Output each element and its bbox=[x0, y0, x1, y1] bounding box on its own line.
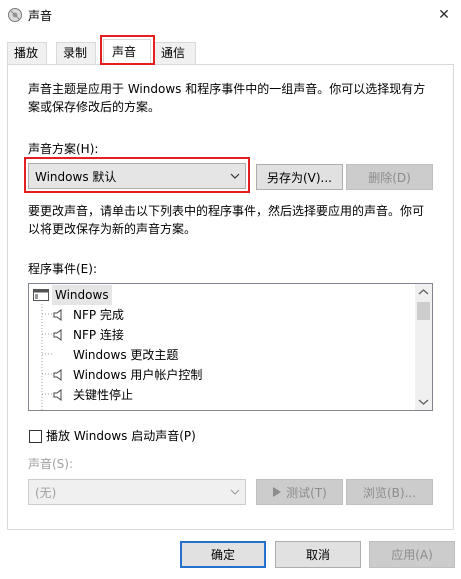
list-item-label: Windows 用户帐户控制 bbox=[73, 368, 203, 382]
close-button[interactable]: ✕ bbox=[430, 2, 458, 28]
scheme-select[interactable]: Windows 默认 bbox=[28, 163, 246, 189]
window-title: 声音 bbox=[28, 9, 53, 23]
scrollbar-thumb[interactable] bbox=[417, 302, 430, 320]
chevron-down-icon[interactable] bbox=[418, 398, 429, 406]
tab-recording[interactable]: 录制 bbox=[56, 42, 96, 64]
sound-label: 声音(S): bbox=[28, 457, 74, 471]
list-item-label: NFP 连接 bbox=[73, 328, 124, 342]
speaker-icon bbox=[53, 309, 62, 321]
apply-label: 应用(A) bbox=[391, 548, 433, 562]
cancel-button[interactable]: 取消 bbox=[275, 541, 361, 568]
speaker-icon bbox=[53, 389, 62, 401]
scheme-select-value: Windows 默认 bbox=[35, 169, 117, 184]
list-item-label: Windows 更改主题 bbox=[73, 348, 179, 362]
instructions-line-1: 要更改声音，请单击以下列表中的程序事件，然后选择要应用的声音。你可 bbox=[28, 204, 425, 218]
tab-label: 播放 bbox=[14, 46, 39, 60]
delete-button[interactable]: 删除(D) bbox=[346, 164, 433, 190]
list-item[interactable]: 关键性停止 bbox=[53, 385, 413, 405]
tab-label: 录制 bbox=[63, 46, 88, 60]
tab-sounds[interactable]: 声音 bbox=[103, 39, 151, 65]
list-item[interactable]: Windows 更改主题 bbox=[53, 345, 413, 365]
browse-button[interactable]: 浏览(B)... bbox=[346, 479, 433, 505]
startup-sound-checkbox[interactable] bbox=[29, 430, 42, 443]
tab-playback[interactable]: 播放 bbox=[7, 42, 47, 64]
delete-label: 删除(D) bbox=[368, 170, 411, 185]
window-icon bbox=[33, 289, 49, 301]
test-button[interactable]: 测试(T) bbox=[256, 479, 343, 505]
list-item-label: NFP 完成 bbox=[73, 308, 124, 322]
events-list[interactable]: Windows NFP 完成 NFP 连接 Windows 更改主题 Windo… bbox=[28, 283, 433, 411]
test-label: 测试(T) bbox=[286, 485, 327, 500]
list-item[interactable]: NFP 完成 bbox=[53, 305, 413, 325]
list-item-windows-group[interactable]: Windows bbox=[33, 285, 413, 305]
speaker-app-icon bbox=[8, 8, 22, 22]
tab-communications[interactable]: 通信 bbox=[154, 42, 196, 64]
list-item[interactable]: NFP 连接 bbox=[53, 325, 413, 345]
description-line-1: 声音主题是应用于 Windows 和程序事件中的一组声音。你可以选择现有方 bbox=[28, 82, 426, 96]
close-icon: ✕ bbox=[438, 7, 450, 23]
events-label: 程序事件(E): bbox=[28, 262, 97, 276]
startup-sound-label: 播放 Windows 启动声音(P) bbox=[46, 429, 196, 443]
instructions-line-2: 以将更改保存为新的声音方案。 bbox=[28, 222, 197, 236]
chevron-up-icon[interactable] bbox=[418, 288, 429, 296]
list-item-label: 关键性停止 bbox=[73, 388, 134, 402]
tab-label: 通信 bbox=[161, 46, 186, 60]
description-line-2: 案或保存修改后的方案。 bbox=[28, 100, 161, 114]
scheme-label: 声音方案(H): bbox=[28, 142, 99, 156]
ok-label: 确定 bbox=[210, 548, 235, 562]
save-as-label: 另存为(V)... bbox=[266, 170, 333, 185]
sound-select-value: (无) bbox=[35, 485, 57, 500]
tree-lines bbox=[41, 304, 53, 410]
vertical-scrollbar[interactable] bbox=[415, 284, 432, 410]
speaker-icon bbox=[53, 329, 62, 341]
sound-select[interactable]: (无) bbox=[28, 479, 246, 505]
ok-button[interactable]: 确定 bbox=[180, 541, 266, 568]
cancel-label: 取消 bbox=[305, 548, 330, 562]
chevron-down-icon bbox=[230, 173, 240, 179]
chevron-down-icon bbox=[230, 489, 240, 495]
list-item-label: Windows bbox=[52, 285, 112, 305]
apply-button[interactable]: 应用(A) bbox=[369, 541, 455, 568]
title-bar: 声音 ✕ bbox=[0, 0, 461, 30]
save-as-button[interactable]: 另存为(V)... bbox=[256, 164, 343, 190]
tab-label: 声音 bbox=[112, 45, 137, 59]
speaker-icon bbox=[53, 369, 62, 381]
list-item[interactable]: Windows 用户帐户控制 bbox=[53, 365, 413, 385]
browse-label: 浏览(B)... bbox=[362, 485, 417, 500]
play-icon bbox=[273, 487, 282, 497]
